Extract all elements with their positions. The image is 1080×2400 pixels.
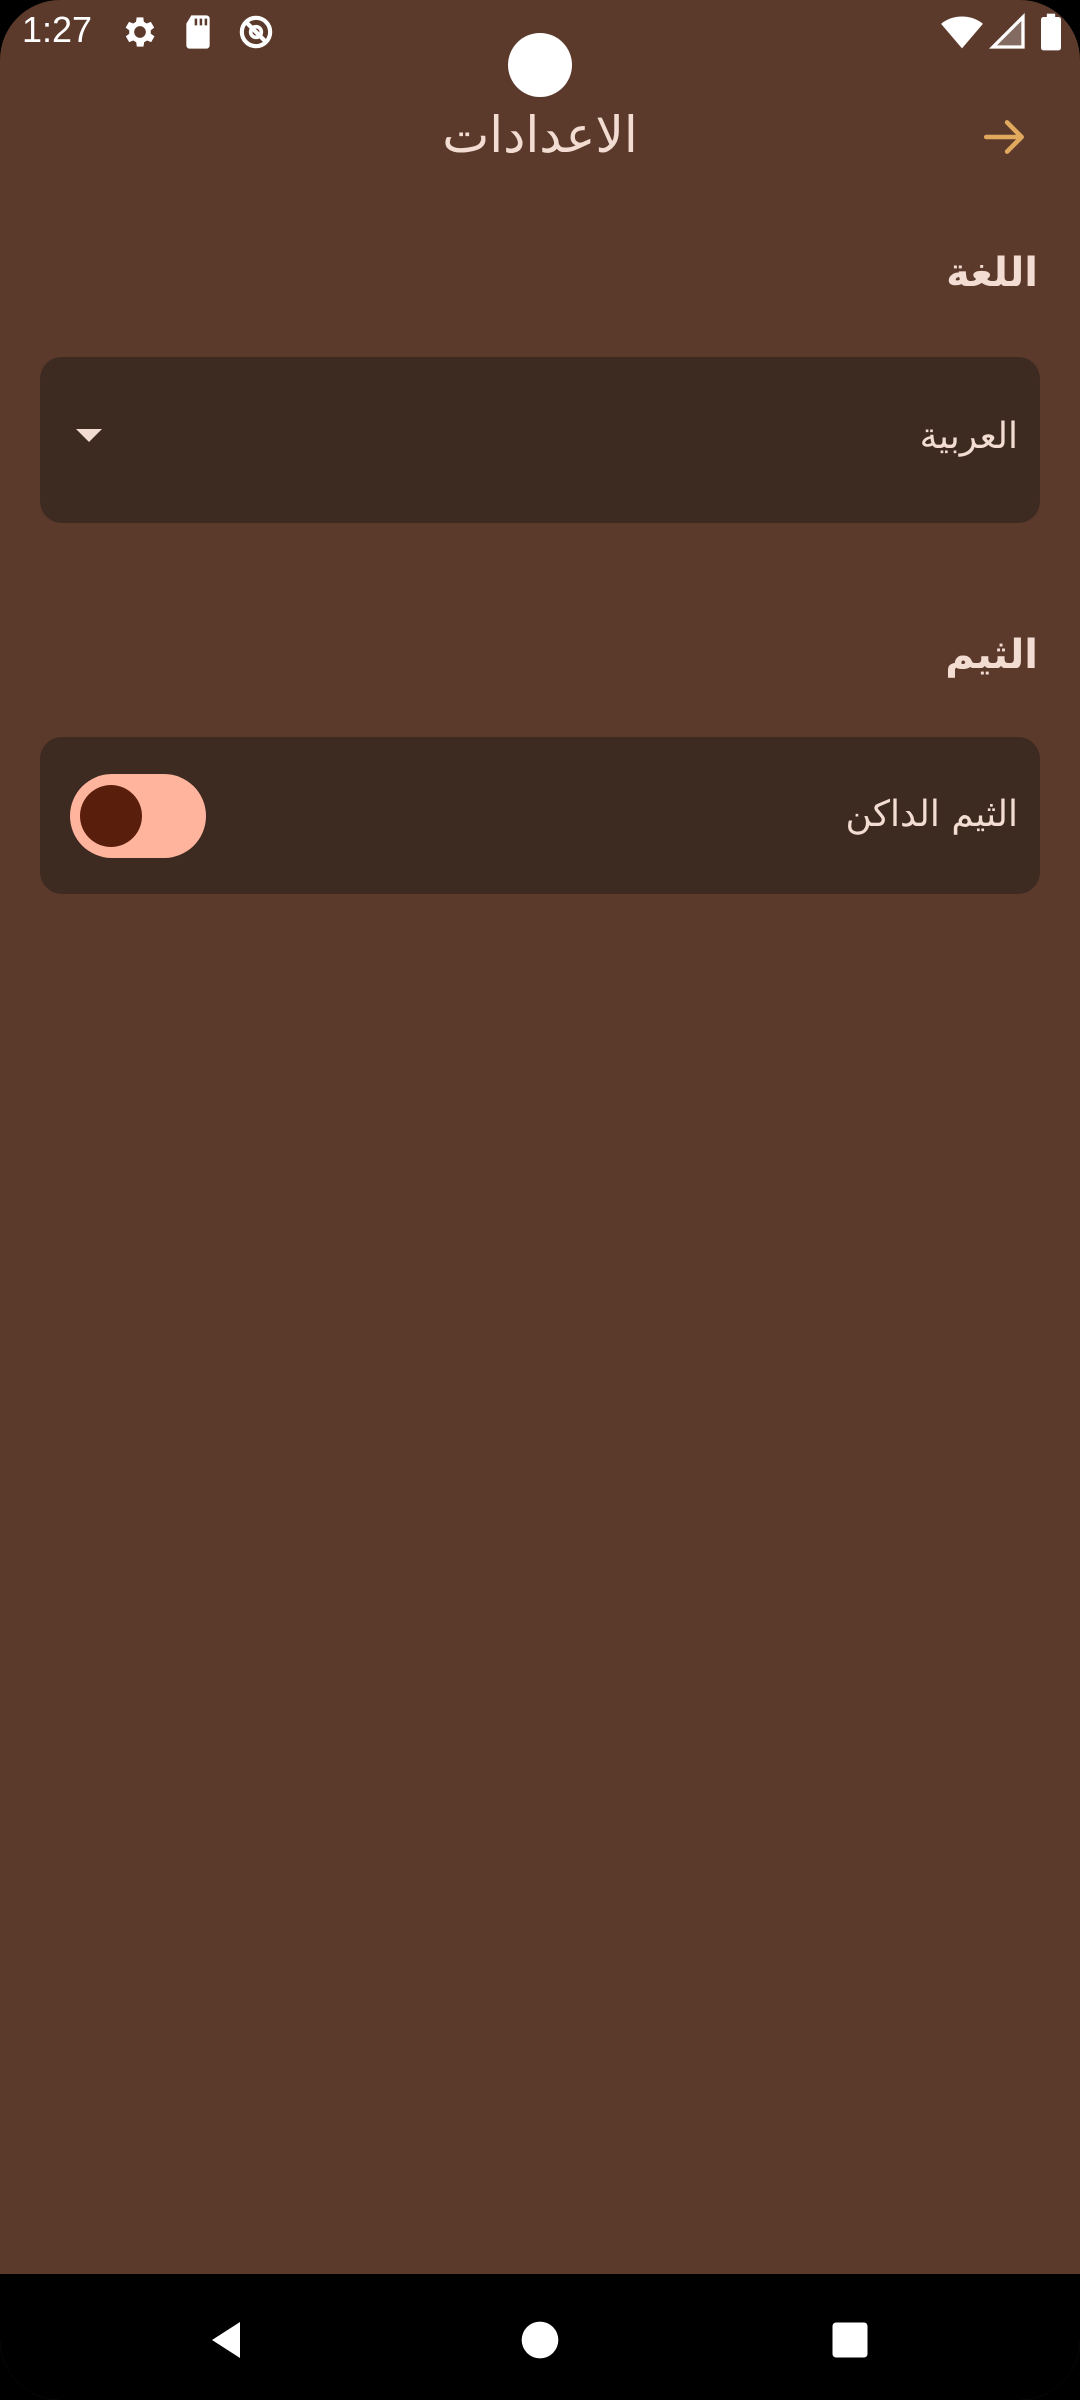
dark-theme-setting-row: الثيم الداكن (40, 737, 1040, 894)
nav-recents-button[interactable] (820, 2312, 880, 2372)
nav-home-button[interactable] (510, 2312, 570, 2372)
battery-icon (1036, 12, 1066, 52)
home-icon (518, 2318, 562, 2366)
gear-icon (120, 12, 160, 52)
dropdown-arrow-icon (76, 429, 102, 442)
status-time: 1:27 (22, 9, 93, 50)
back-icon (202, 2316, 250, 2368)
signal-icon (988, 12, 1028, 52)
language-selected-value: العربية (919, 416, 1018, 457)
arrow-icon (980, 112, 1030, 166)
system-navigation-bar (0, 2274, 1080, 2400)
switch-thumb (80, 785, 142, 847)
nav-back-button[interactable] (196, 2312, 256, 2372)
wifi-icon (940, 12, 984, 52)
recents-icon (829, 2319, 871, 2365)
back-button[interactable] (970, 104, 1040, 174)
do-not-disturb-icon (236, 12, 276, 52)
dark-theme-switch[interactable] (70, 774, 206, 858)
theme-section-title: الثيم (945, 632, 1038, 678)
page-title: الاعدادات (442, 106, 638, 164)
camera-cutout (508, 33, 572, 97)
sd-card-icon (178, 12, 218, 52)
dark-theme-label: الثيم الداكن (845, 794, 1018, 835)
language-section-title: اللغة (946, 250, 1038, 296)
language-dropdown[interactable]: العربية (40, 357, 1040, 523)
settings-screen: 1:27 الاعدادات اللغة العربية الثيم الثيم… (0, 0, 1080, 2400)
top-app-bar: الاعدادات (0, 90, 1080, 180)
